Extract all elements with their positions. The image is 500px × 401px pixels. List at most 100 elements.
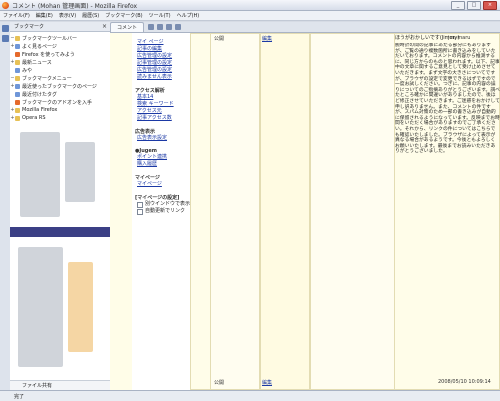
redaction-bar [10, 227, 110, 237]
back-icon[interactable] [148, 24, 155, 30]
bookmark-item[interactable]: + 最新ニュース [10, 58, 110, 66]
checkbox-icon[interactable] [137, 208, 143, 215]
blurred-area [18, 247, 63, 367]
bookmark-item[interactable]: − ブックマークツールバー [10, 34, 110, 42]
bookmark-item[interactable]: + Opera RS [10, 114, 110, 122]
menu-section: アクセス解析 基本14 検索 キーワード アクセス元 記事アクセス数 [135, 87, 190, 122]
reload-icon[interactable] [166, 24, 173, 30]
menu-link[interactable]: 広告管理の設定 [137, 53, 190, 60]
folder-icon [15, 75, 20, 81]
options-title: [マイページの設定] [135, 195, 180, 201]
status-cell: 公開 [214, 36, 225, 42]
menu-history[interactable]: 履歴(S) [79, 12, 102, 19]
bookmark-item[interactable]: + よく見るページ [10, 42, 110, 50]
footer-date: 2008/05/10 10:09:14 [438, 379, 491, 385]
bookmark-item[interactable]: + 最近使ったブックマークのページ [10, 82, 110, 90]
sidebar-footer-label: ファイル共有 [22, 383, 53, 389]
tab-comment[interactable]: コメント [110, 22, 145, 32]
bookmark-label: 最新ニュース [22, 59, 52, 66]
menu-section-title: アクセス解析 [135, 88, 165, 94]
bookmark-label: ブックマークのアドオンを入手 [22, 99, 93, 106]
checkbox-new-window[interactable]: 別ウインドウで表示 [137, 201, 190, 208]
folder-icon [15, 35, 20, 41]
menu-link[interactable]: 基本14 [137, 94, 190, 101]
folder-icon [15, 107, 20, 113]
bookmark-tree: − ブックマークツールバー + よく見るページ Firefox を使ってみよう + 最新ニュ… [10, 32, 110, 122]
folder-icon [15, 99, 20, 105]
grid-column [260, 33, 310, 390]
menu-link[interactable]: 購入履歴 [137, 161, 190, 168]
menu-tools[interactable]: ツール(T) [146, 12, 174, 19]
menu-section-title: 広告表示 [135, 129, 156, 135]
edit-link[interactable]: 編集 [262, 35, 272, 42]
menu-link[interactable]: 広告管理の設定 [137, 67, 190, 74]
menu-link[interactable]: 記事管理の設定 [137, 60, 190, 67]
menu-file[interactable]: ファイル(F) [0, 12, 33, 19]
checkbox-auto-link[interactable]: 自動更新でリンク [137, 208, 190, 215]
status-text: 完了 [14, 393, 25, 400]
window-controls: _ □ × [451, 0, 497, 10]
menu-section: ●Jugem ポイント連携 購入履歴 [135, 148, 190, 168]
blurred-area [65, 142, 95, 202]
menu-link[interactable]: マイページ [137, 181, 190, 188]
menu-bar: ファイル(F) 編集(E) 表示(V) 履歴(S) ブックマーク(B) ツール(… [0, 11, 500, 21]
post-body: 腕時計の間の記事にあたる部分にもありますが、ご覧の通り複数箇所に書き込みをしてい… [395, 43, 500, 155]
menu-link[interactable]: マイ ページ [137, 39, 190, 46]
post-title: ほうがおかしいです(Jimmy) [395, 35, 460, 41]
bookmark-item[interactable]: みや [10, 66, 110, 74]
menu-link[interactable]: 広告表示設定 [137, 135, 190, 142]
checkbox-label: 自動更新でリンク [145, 208, 186, 214]
menu-link[interactable]: 読みません表示 [137, 74, 190, 81]
bookmark-item[interactable]: 最近付けたタグ [10, 90, 110, 98]
title-bar: コメント (Mohan 管理画面) - Mozilla Firefox _ □ … [0, 0, 500, 11]
folder-icon [15, 51, 20, 57]
bookmark-icon[interactable] [1, 25, 9, 32]
menu-view[interactable]: 表示(V) [56, 12, 79, 19]
nav-column [110, 33, 133, 390]
checkbox-label: 別ウインドウで表示 [145, 201, 190, 207]
menu-section: マイ ページ 記事の編集 広告管理の設定 記事管理の設定 広告管理の設定 読みません表示 [135, 39, 190, 81]
menu-bookmarks[interactable]: ブックマーク(B) [102, 12, 145, 19]
close-button[interactable]: × [483, 0, 497, 10]
home-icon[interactable] [175, 24, 182, 30]
page-content: マイ ページ 記事の編集 広告管理の設定 記事管理の設定 広告管理の設定 読みません表示ア… [110, 33, 500, 390]
maximize-button[interactable]: □ [467, 0, 481, 10]
bookmark-label: Firefox を使ってみよう [22, 51, 75, 58]
grid-column [210, 33, 260, 390]
bookmark-item[interactable]: + Mozilla Firefox [10, 106, 110, 114]
bookmark-item[interactable]: Firefox を使ってみよう [10, 50, 110, 58]
menu-link[interactable]: アクセス元 [137, 108, 190, 115]
folder-icon [15, 115, 20, 121]
window-title: コメント (Mohan 管理画面) - Mozilla Firefox [12, 2, 138, 10]
sidebar-close-icon[interactable]: × [102, 23, 107, 30]
menu-sections: マイ ページ 記事の編集 広告管理の設定 記事管理の設定 広告管理の設定 読みません表示ア… [132, 39, 190, 188]
menu-link[interactable]: ポイント連携 [137, 154, 190, 161]
menu-section-title: マイページ [135, 175, 160, 181]
bookmark-label: Mozilla Firefox [22, 107, 58, 113]
sidebar-footer: ファイル共有 [10, 380, 110, 390]
firefox-icon [2, 1, 9, 9]
menu-link[interactable]: 検索 キーワード [137, 101, 190, 108]
menu-link[interactable]: 記事アクセス数 [137, 115, 190, 122]
bookmark-label: 最近使ったブックマークのページ [22, 83, 97, 90]
minimize-button[interactable]: _ [451, 0, 465, 10]
edit-link[interactable]: 編集 [262, 379, 272, 386]
bookmark-label: Opera RS [22, 115, 46, 121]
folder-icon [15, 83, 20, 89]
comment-grid: 公開 編集 jun maru 2008/05/10 10:09:14 公開 編集… [190, 33, 500, 390]
bookmark-item[interactable]: ブックマークのアドオンを入手 [10, 98, 110, 106]
status-cell: 公開 [214, 380, 225, 386]
toolbar-icons [148, 22, 182, 32]
folder-icon [15, 59, 20, 65]
menu-link[interactable]: 記事の編集 [137, 46, 190, 53]
menu-edit[interactable]: 編集(E) [33, 12, 56, 19]
bookmark-label: ブックマークツールバー [22, 35, 78, 42]
sidebar-title: ブックマーク [14, 24, 45, 30]
checkbox-icon[interactable] [137, 201, 143, 208]
bookmark-item[interactable]: − ブックマークメニュー [10, 74, 110, 82]
history-icon[interactable] [1, 35, 9, 42]
folder-icon [15, 43, 20, 49]
menu-help[interactable]: ヘルプ(H) [174, 12, 203, 19]
blurred-area [68, 262, 93, 352]
forward-icon[interactable] [157, 24, 164, 30]
